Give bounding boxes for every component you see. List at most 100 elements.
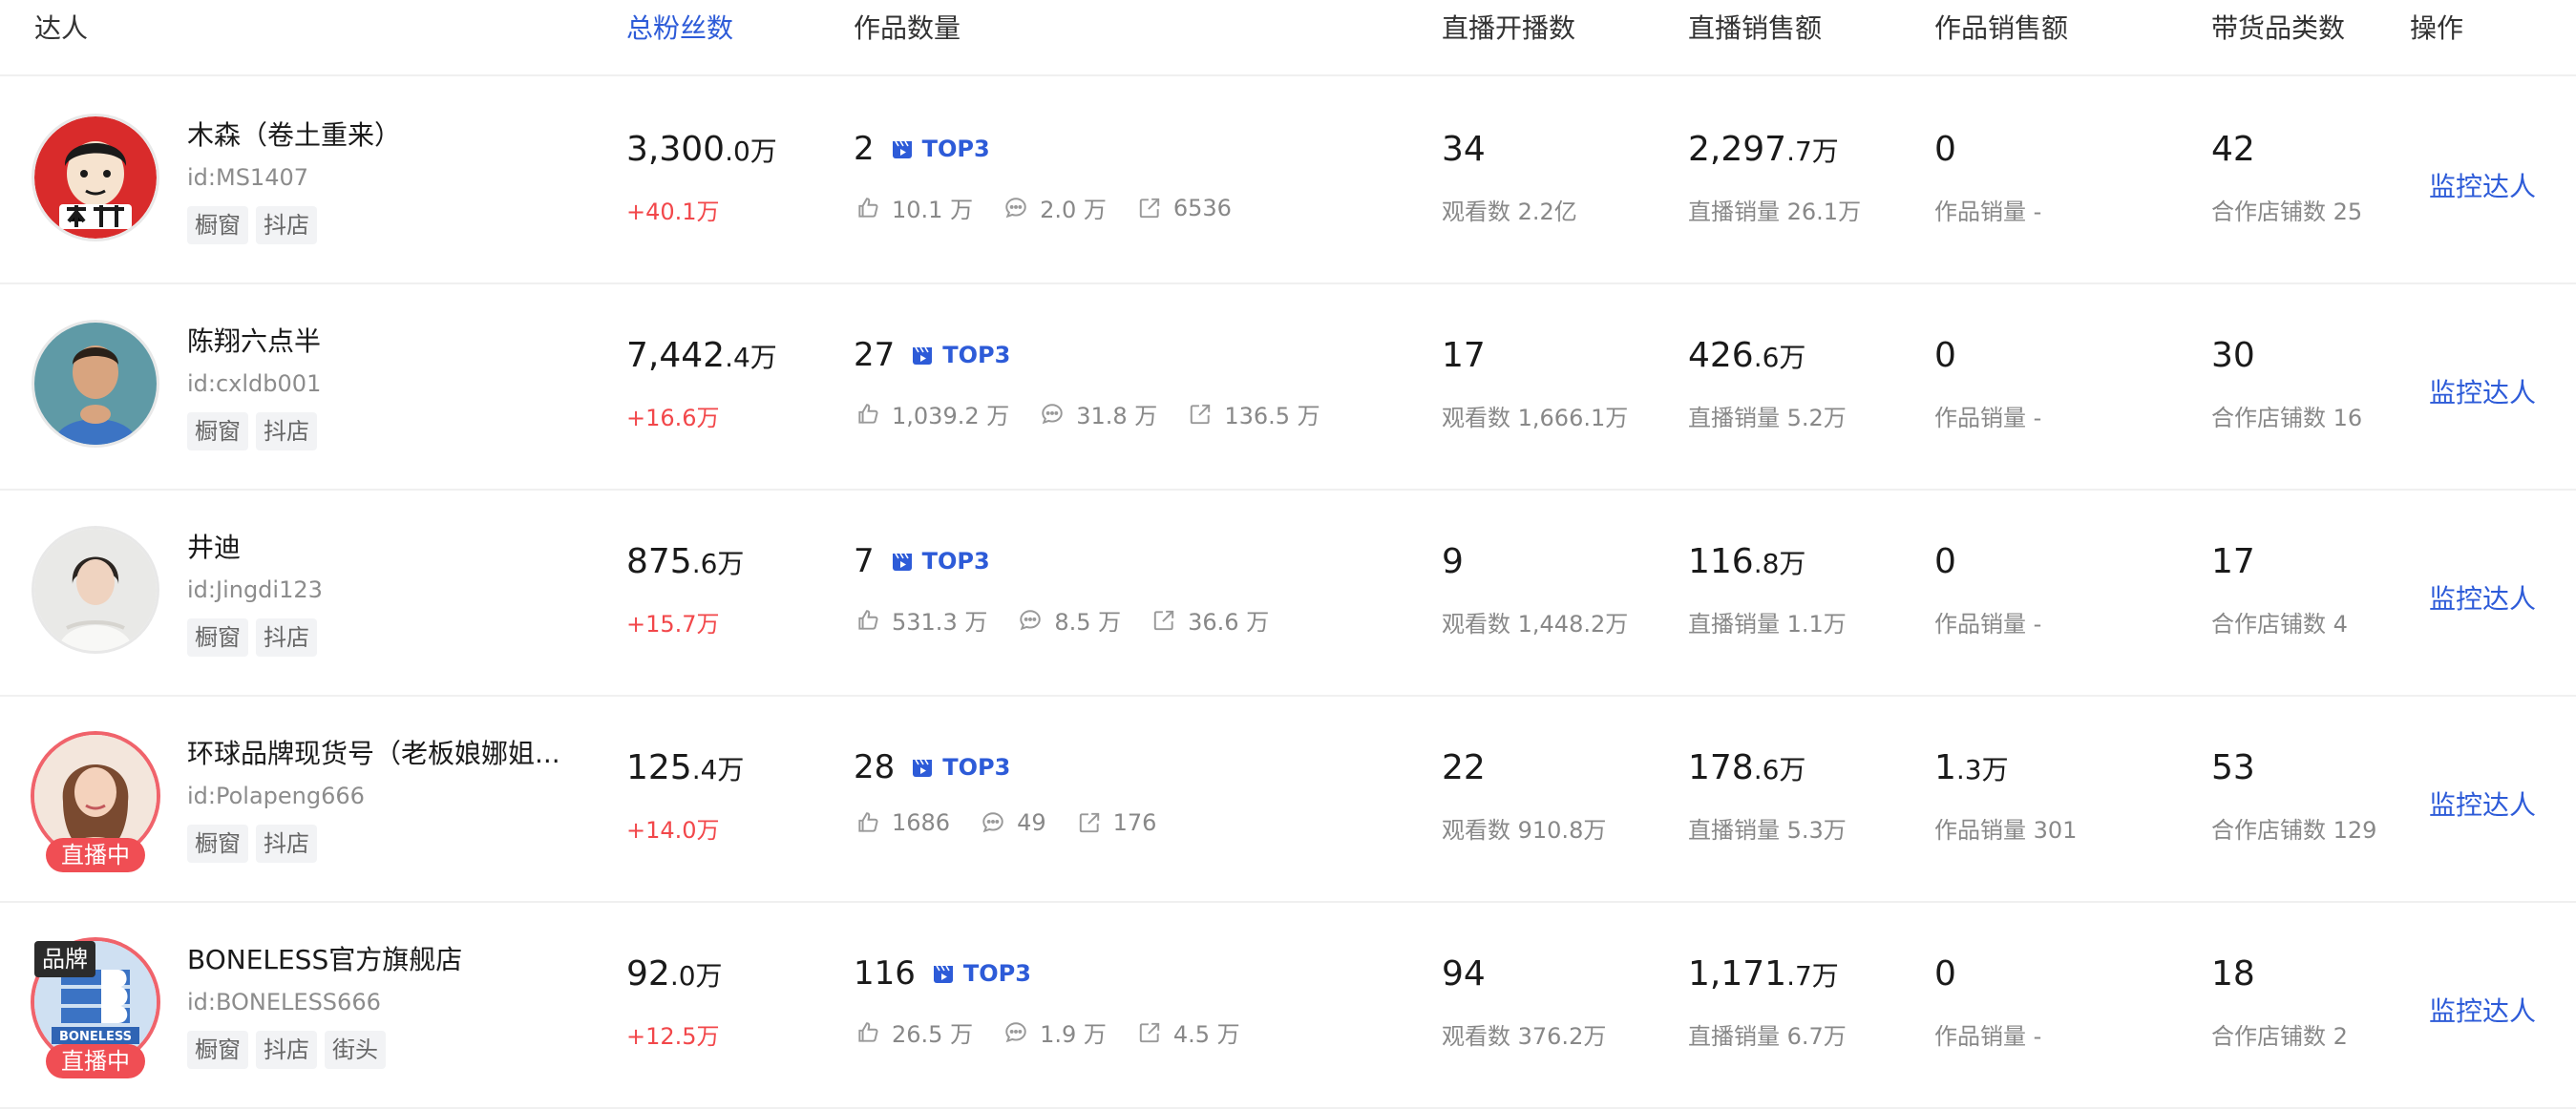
likes-stat: 26.5 万 xyxy=(855,1015,973,1049)
category-count: 53 xyxy=(2211,748,2255,787)
likes-stat: 1686 xyxy=(855,809,950,836)
live-views: 观看数 1,448.2万 xyxy=(1442,611,1629,638)
works-volume: 作品销量 301 xyxy=(1934,817,2078,844)
tag-store: 抖店 xyxy=(256,412,317,450)
top3-link[interactable]: TOP3 xyxy=(892,136,990,162)
thumbs-up-icon xyxy=(858,609,878,630)
avatar[interactable] xyxy=(34,116,157,239)
category-count: 17 xyxy=(2211,542,2255,581)
live-sales: 426.6万 xyxy=(1688,336,1806,375)
works-count: 7 xyxy=(854,542,875,580)
header-categories[interactable]: 带货品类数 xyxy=(2211,8,2345,46)
works-count: 28 xyxy=(854,748,896,786)
works-count: 116 xyxy=(854,954,916,993)
works-sales: 0 xyxy=(1934,954,1956,994)
live-sales: 1,171.7万 xyxy=(1688,954,1839,994)
talent-tags: 橱窗 抖店 xyxy=(187,825,317,863)
works-stats: 1686 49 176 xyxy=(855,809,1156,836)
monitor-talent-link[interactable]: 监控达人 xyxy=(2429,991,2536,1029)
video-icon xyxy=(913,759,933,777)
talent-name[interactable]: 陈翔六点半 xyxy=(187,321,321,359)
video-icon xyxy=(892,140,912,158)
header-works-sales[interactable]: 作品销售额 xyxy=(1934,8,2068,46)
works-stats: 1,039.2 万 31.8 万 136.5 万 xyxy=(855,397,1320,430)
brand-badge: 品牌 xyxy=(34,941,95,977)
comment-icon xyxy=(982,812,1003,833)
comment-icon xyxy=(1005,197,1026,218)
tag-store: 抖店 xyxy=(256,206,317,244)
shares-stat: 136.5 万 xyxy=(1188,397,1320,430)
table-row: 直播中 环球品牌现货号（老板娘娜姐... id:Polapeng666 橱窗 抖… xyxy=(0,695,2576,903)
works-count-cell: 116 TOP3 xyxy=(854,954,1031,993)
header-live-sales[interactable]: 直播销售额 xyxy=(1688,8,1822,46)
fans-change: +16.6万 xyxy=(626,405,720,431)
works-stats: 531.3 万 8.5 万 36.6 万 xyxy=(855,603,1269,637)
shares-stat: 36.6 万 xyxy=(1151,603,1269,637)
comment-icon xyxy=(1042,403,1063,424)
fans-total: 3,300.0万 xyxy=(626,130,777,169)
header-fans-sort[interactable]: 总粉丝数 xyxy=(626,8,733,46)
talent-name[interactable]: 井迪 xyxy=(187,527,241,565)
works-count: 2 xyxy=(854,130,875,168)
fans-change: +15.7万 xyxy=(626,611,720,638)
talent-tags: 橱窗 抖店 xyxy=(187,412,317,450)
shop-count: 合作店铺数 16 xyxy=(2211,405,2363,431)
avatar[interactable] xyxy=(34,529,157,651)
fans-change: +12.5万 xyxy=(626,1023,720,1050)
tag-extra: 街头 xyxy=(325,1031,386,1069)
live-count: 17 xyxy=(1442,336,1486,375)
table-row: 井迪 id:Jingdi123 橱窗 抖店 875.6万 +15.7万 7 TO… xyxy=(0,489,2576,697)
live-volume: 直播销量 5.2万 xyxy=(1688,405,1847,431)
talent-name[interactable]: BONELESS官方旗舰店 xyxy=(187,939,462,977)
table-row: 木森（卷土重来） id:MS1407 橱窗 抖店 3,300.0万 +40.1万… xyxy=(0,76,2576,284)
fans-total: 7,442.4万 xyxy=(626,336,777,375)
works-stats: 26.5 万 1.9 万 4.5 万 xyxy=(855,1015,1240,1049)
live-count: 34 xyxy=(1442,130,1486,169)
video-icon xyxy=(933,965,953,983)
tag-store: 抖店 xyxy=(256,618,317,657)
monitor-talent-link[interactable]: 监控达人 xyxy=(2429,372,2536,410)
category-count: 42 xyxy=(2211,130,2255,169)
fans-total: 875.6万 xyxy=(626,542,745,581)
works-count-cell: 7 TOP3 xyxy=(854,542,990,580)
live-sales: 116.8万 xyxy=(1688,542,1806,581)
works-count-cell: 27 TOP3 xyxy=(854,336,1010,374)
comments-stat: 2.0 万 xyxy=(1003,191,1107,224)
talent-name[interactable]: 环球品牌现货号（老板娘娜姐... xyxy=(187,733,560,771)
table-header: 达人 总粉丝数 作品数量 直播开播数 直播销售额 作品销售额 带货品类数 操作 xyxy=(0,0,2576,76)
comment-icon xyxy=(1005,1021,1026,1042)
comment-icon xyxy=(1020,609,1042,630)
tag-showcase: 橱窗 xyxy=(187,1031,248,1069)
header-live-sessions[interactable]: 直播开播数 xyxy=(1442,8,1575,46)
likes-stat: 531.3 万 xyxy=(855,603,987,637)
fans-change: +40.1万 xyxy=(626,199,720,225)
share-icon xyxy=(1079,812,1099,833)
comments-stat: 8.5 万 xyxy=(1018,603,1121,637)
live-views: 观看数 910.8万 xyxy=(1442,817,1607,844)
top3-link[interactable]: TOP3 xyxy=(912,342,1010,368)
shares-stat: 176 xyxy=(1077,809,1156,836)
works-stats: 10.1 万 2.0 万 6536 xyxy=(855,191,1232,224)
works-sales: 0 xyxy=(1934,130,1956,169)
talent-name[interactable]: 木森（卷土重来） xyxy=(187,115,401,153)
top3-link[interactable]: TOP3 xyxy=(892,548,990,575)
shop-count: 合作店铺数 129 xyxy=(2211,817,2377,844)
works-volume: 作品销量 - xyxy=(1934,405,2042,431)
likes-stat: 10.1 万 xyxy=(855,191,973,224)
talent-tags: 橱窗 抖店 街头 xyxy=(187,1031,386,1069)
tag-store: 抖店 xyxy=(256,825,317,863)
monitor-talent-link[interactable]: 监控达人 xyxy=(2429,578,2536,617)
works-count: 27 xyxy=(854,336,896,374)
fans-total: 92.0万 xyxy=(626,954,723,994)
works-count-cell: 2 TOP3 xyxy=(854,130,990,168)
shares-stat: 6536 xyxy=(1137,195,1232,221)
monitor-talent-link[interactable]: 监控达人 xyxy=(2429,166,2536,204)
thumbs-up-icon xyxy=(858,1021,878,1042)
top3-link[interactable]: TOP3 xyxy=(933,960,1031,987)
top3-link[interactable]: TOP3 xyxy=(912,754,1010,781)
tag-showcase: 橱窗 xyxy=(187,825,248,863)
works-sales: 0 xyxy=(1934,336,1956,375)
monitor-talent-link[interactable]: 监控达人 xyxy=(2429,785,2536,823)
header-works[interactable]: 作品数量 xyxy=(854,8,961,46)
avatar[interactable] xyxy=(34,323,157,445)
